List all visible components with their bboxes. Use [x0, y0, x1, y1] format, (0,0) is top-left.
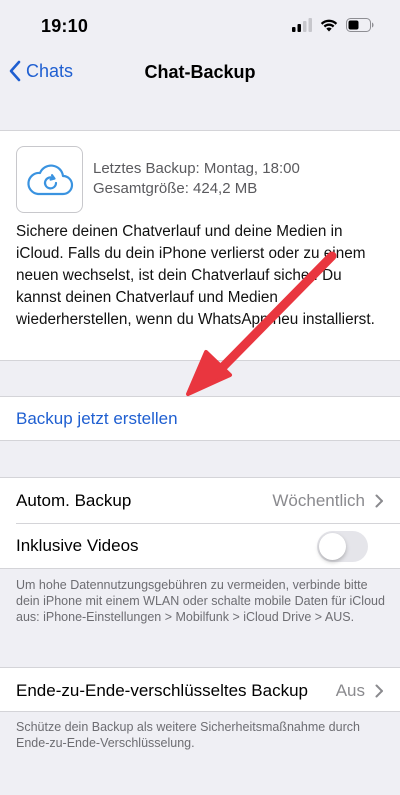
backup-meta: Letztes Backup: Montag, 18:00 Gesamtgröß… — [93, 159, 300, 199]
auto-backup-value: Wöchentlich — [272, 490, 365, 510]
last-backup-text: Letztes Backup: Montag, 18:00 — [93, 160, 300, 177]
include-videos-toggle-wrap — [317, 530, 368, 562]
icloud-icon-box — [16, 146, 83, 213]
signal-icon — [292, 18, 312, 32]
auto-backup-value-group: Wöchentlich — [272, 491, 384, 511]
e2e-backup-row[interactable]: Ende-zu-Ende-verschlüsseltes Backup Aus — [0, 668, 400, 713]
data-usage-note: Um hohe Datennutzungsgebühren zu vermeid… — [16, 578, 385, 624]
include-videos-toggle[interactable] — [317, 530, 368, 562]
include-videos-label: Inklusive Videos — [16, 536, 139, 555]
status-icons — [292, 18, 374, 32]
backup-info-card: Letztes Backup: Montag, 18:00 Gesamtgröß… — [0, 130, 400, 361]
e2e-backup-value-group: Aus — [336, 681, 384, 701]
wifi-icon — [320, 19, 338, 32]
auto-backup-label: Autom. Backup — [16, 490, 132, 510]
navigation-bar: Chats Chat-Backup — [0, 52, 400, 94]
include-videos-row: Inklusive Videos — [16, 523, 400, 568]
auto-backup-row[interactable]: Autom. Backup Wöchentlich — [0, 478, 400, 523]
total-size-text: Gesamtgröße: 424,2 MB — [93, 180, 258, 197]
battery-icon — [346, 18, 374, 32]
backup-description: Sichere deinen Chatverlauf und deine Med… — [16, 223, 375, 328]
chevron-right-icon — [375, 494, 383, 507]
icloud-icon — [26, 163, 73, 195]
backup-settings-group: Autom. Backup Wöchentlich Inklusive Vide… — [0, 477, 400, 569]
e2e-backup-group: Ende-zu-Ende-verschlüsseltes Backup Aus — [0, 667, 400, 712]
e2e-backup-value: Aus — [335, 680, 365, 700]
chevron-right-icon — [375, 684, 383, 697]
page-title: Chat-Backup — [144, 62, 256, 82]
status-time: 19:10 — [41, 16, 89, 36]
backup-now-label: Backup jetzt erstellen — [16, 408, 178, 428]
status-bar: 19:10 — [0, 0, 400, 52]
e2e-backup-label: Ende-zu-Ende-verschlüsseltes Backup — [16, 680, 308, 700]
e2e-note: Schütze dein Backup als weitere Sicherhe… — [16, 720, 360, 750]
backup-now-button[interactable]: Backup jetzt erstellen — [0, 396, 400, 441]
